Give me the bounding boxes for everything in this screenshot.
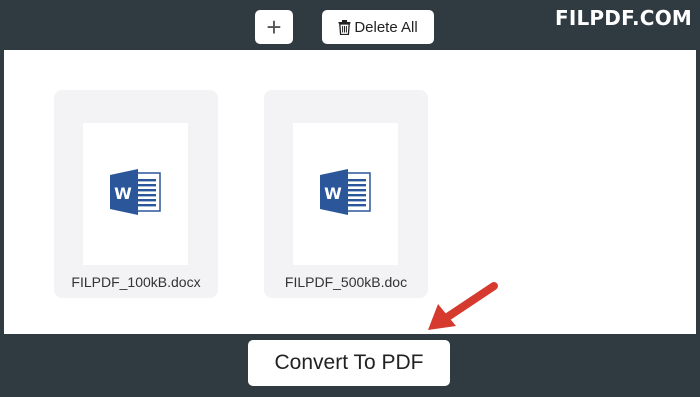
file-workspace: W FILPDF_100kB.docx W FILPDF_500kB.doc — [4, 50, 696, 334]
delete-all-button[interactable]: Delete All — [322, 10, 434, 44]
file-name: FILPDF_500kB.doc — [284, 274, 408, 290]
file-card[interactable]: W FILPDF_500kB.doc — [264, 90, 428, 298]
word-doc-icon: W — [109, 168, 162, 220]
svg-text:W: W — [324, 184, 342, 203]
red-arrow-icon — [424, 280, 500, 341]
file-thumbnail: W — [83, 123, 188, 265]
brand-logo-text: FILPDF.COM — [554, 6, 692, 30]
delete-all-label: Delete All — [354, 18, 418, 36]
file-card[interactable]: W FILPDF_100kB.docx — [54, 90, 218, 298]
word-doc-icon: W — [319, 168, 372, 220]
file-thumbnail: W — [293, 123, 398, 265]
trash-icon — [338, 19, 351, 35]
svg-text:W: W — [114, 184, 132, 203]
file-name: FILPDF_100kB.docx — [71, 274, 201, 290]
convert-to-pdf-button[interactable]: Convert To PDF — [248, 340, 450, 386]
add-file-button[interactable]: + — [255, 10, 293, 44]
top-toolbar: + Delete All FILPDF.COM — [0, 0, 700, 50]
